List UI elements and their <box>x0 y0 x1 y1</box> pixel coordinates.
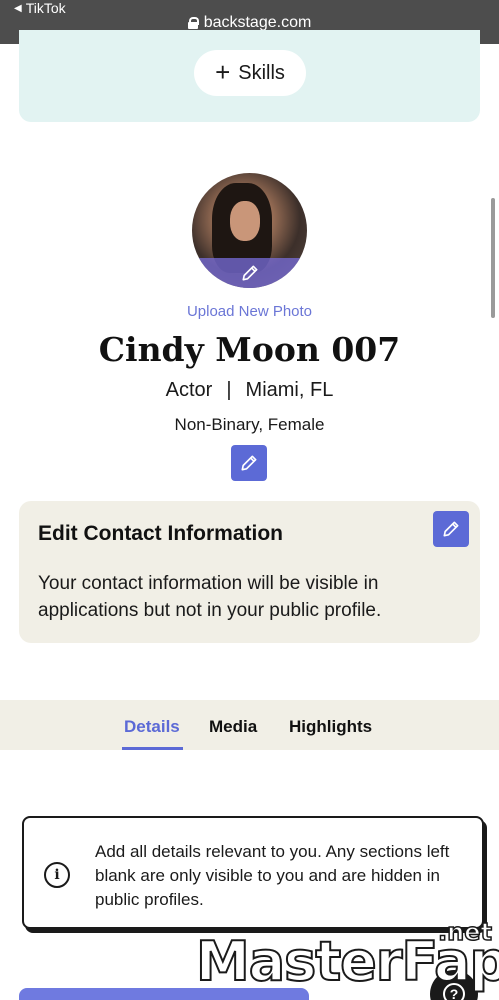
profile-photo[interactable] <box>192 173 307 288</box>
info-notice: i Add all details relevant to you. Any s… <box>22 816 484 929</box>
contact-info-card: Edit Contact Information Your contact in… <box>19 501 480 643</box>
tab-media[interactable]: Media <box>209 717 257 737</box>
profile-role: Actor <box>165 379 213 401</box>
watermark-suffix: .net <box>437 917 492 947</box>
add-skills-button[interactable]: + Skills <box>194 50 306 96</box>
lock-icon <box>187 17 199 29</box>
profile-location: Miami, FL <box>245 379 334 401</box>
tab-details[interactable]: Details <box>124 717 180 737</box>
profile-tabs: Details Media Highlights <box>0 700 499 750</box>
active-tab-indicator <box>122 747 183 750</box>
contact-description: Your contact information will be visible… <box>38 573 382 621</box>
tab-highlights[interactable]: Highlights <box>289 717 372 737</box>
pencil-icon <box>241 455 257 471</box>
separator: | <box>226 379 232 401</box>
info-icon: i <box>44 862 70 888</box>
back-arrow-icon: ◀ <box>14 2 22 14</box>
scrollbar[interactable] <box>491 198 495 318</box>
upload-new-photo-link[interactable]: Upload New Photo <box>0 303 499 320</box>
profile-name: Cindy Moon 007 <box>98 330 401 369</box>
pencil-icon <box>242 265 257 281</box>
skills-button-label: Skills <box>238 61 285 84</box>
role-location: Actor | Miami, FL <box>0 379 499 402</box>
pencil-icon <box>443 521 459 537</box>
plus-icon: + <box>215 57 231 87</box>
edit-contact-button[interactable] <box>433 511 469 547</box>
edit-profile-button[interactable] <box>231 445 267 481</box>
contact-title: Edit Contact Information <box>38 522 283 545</box>
edit-photo-overlay[interactable] <box>192 258 307 288</box>
profile-gender: Non-Binary, Female <box>174 415 325 434</box>
info-text: Add all details relevant to you. Any sec… <box>95 842 450 909</box>
